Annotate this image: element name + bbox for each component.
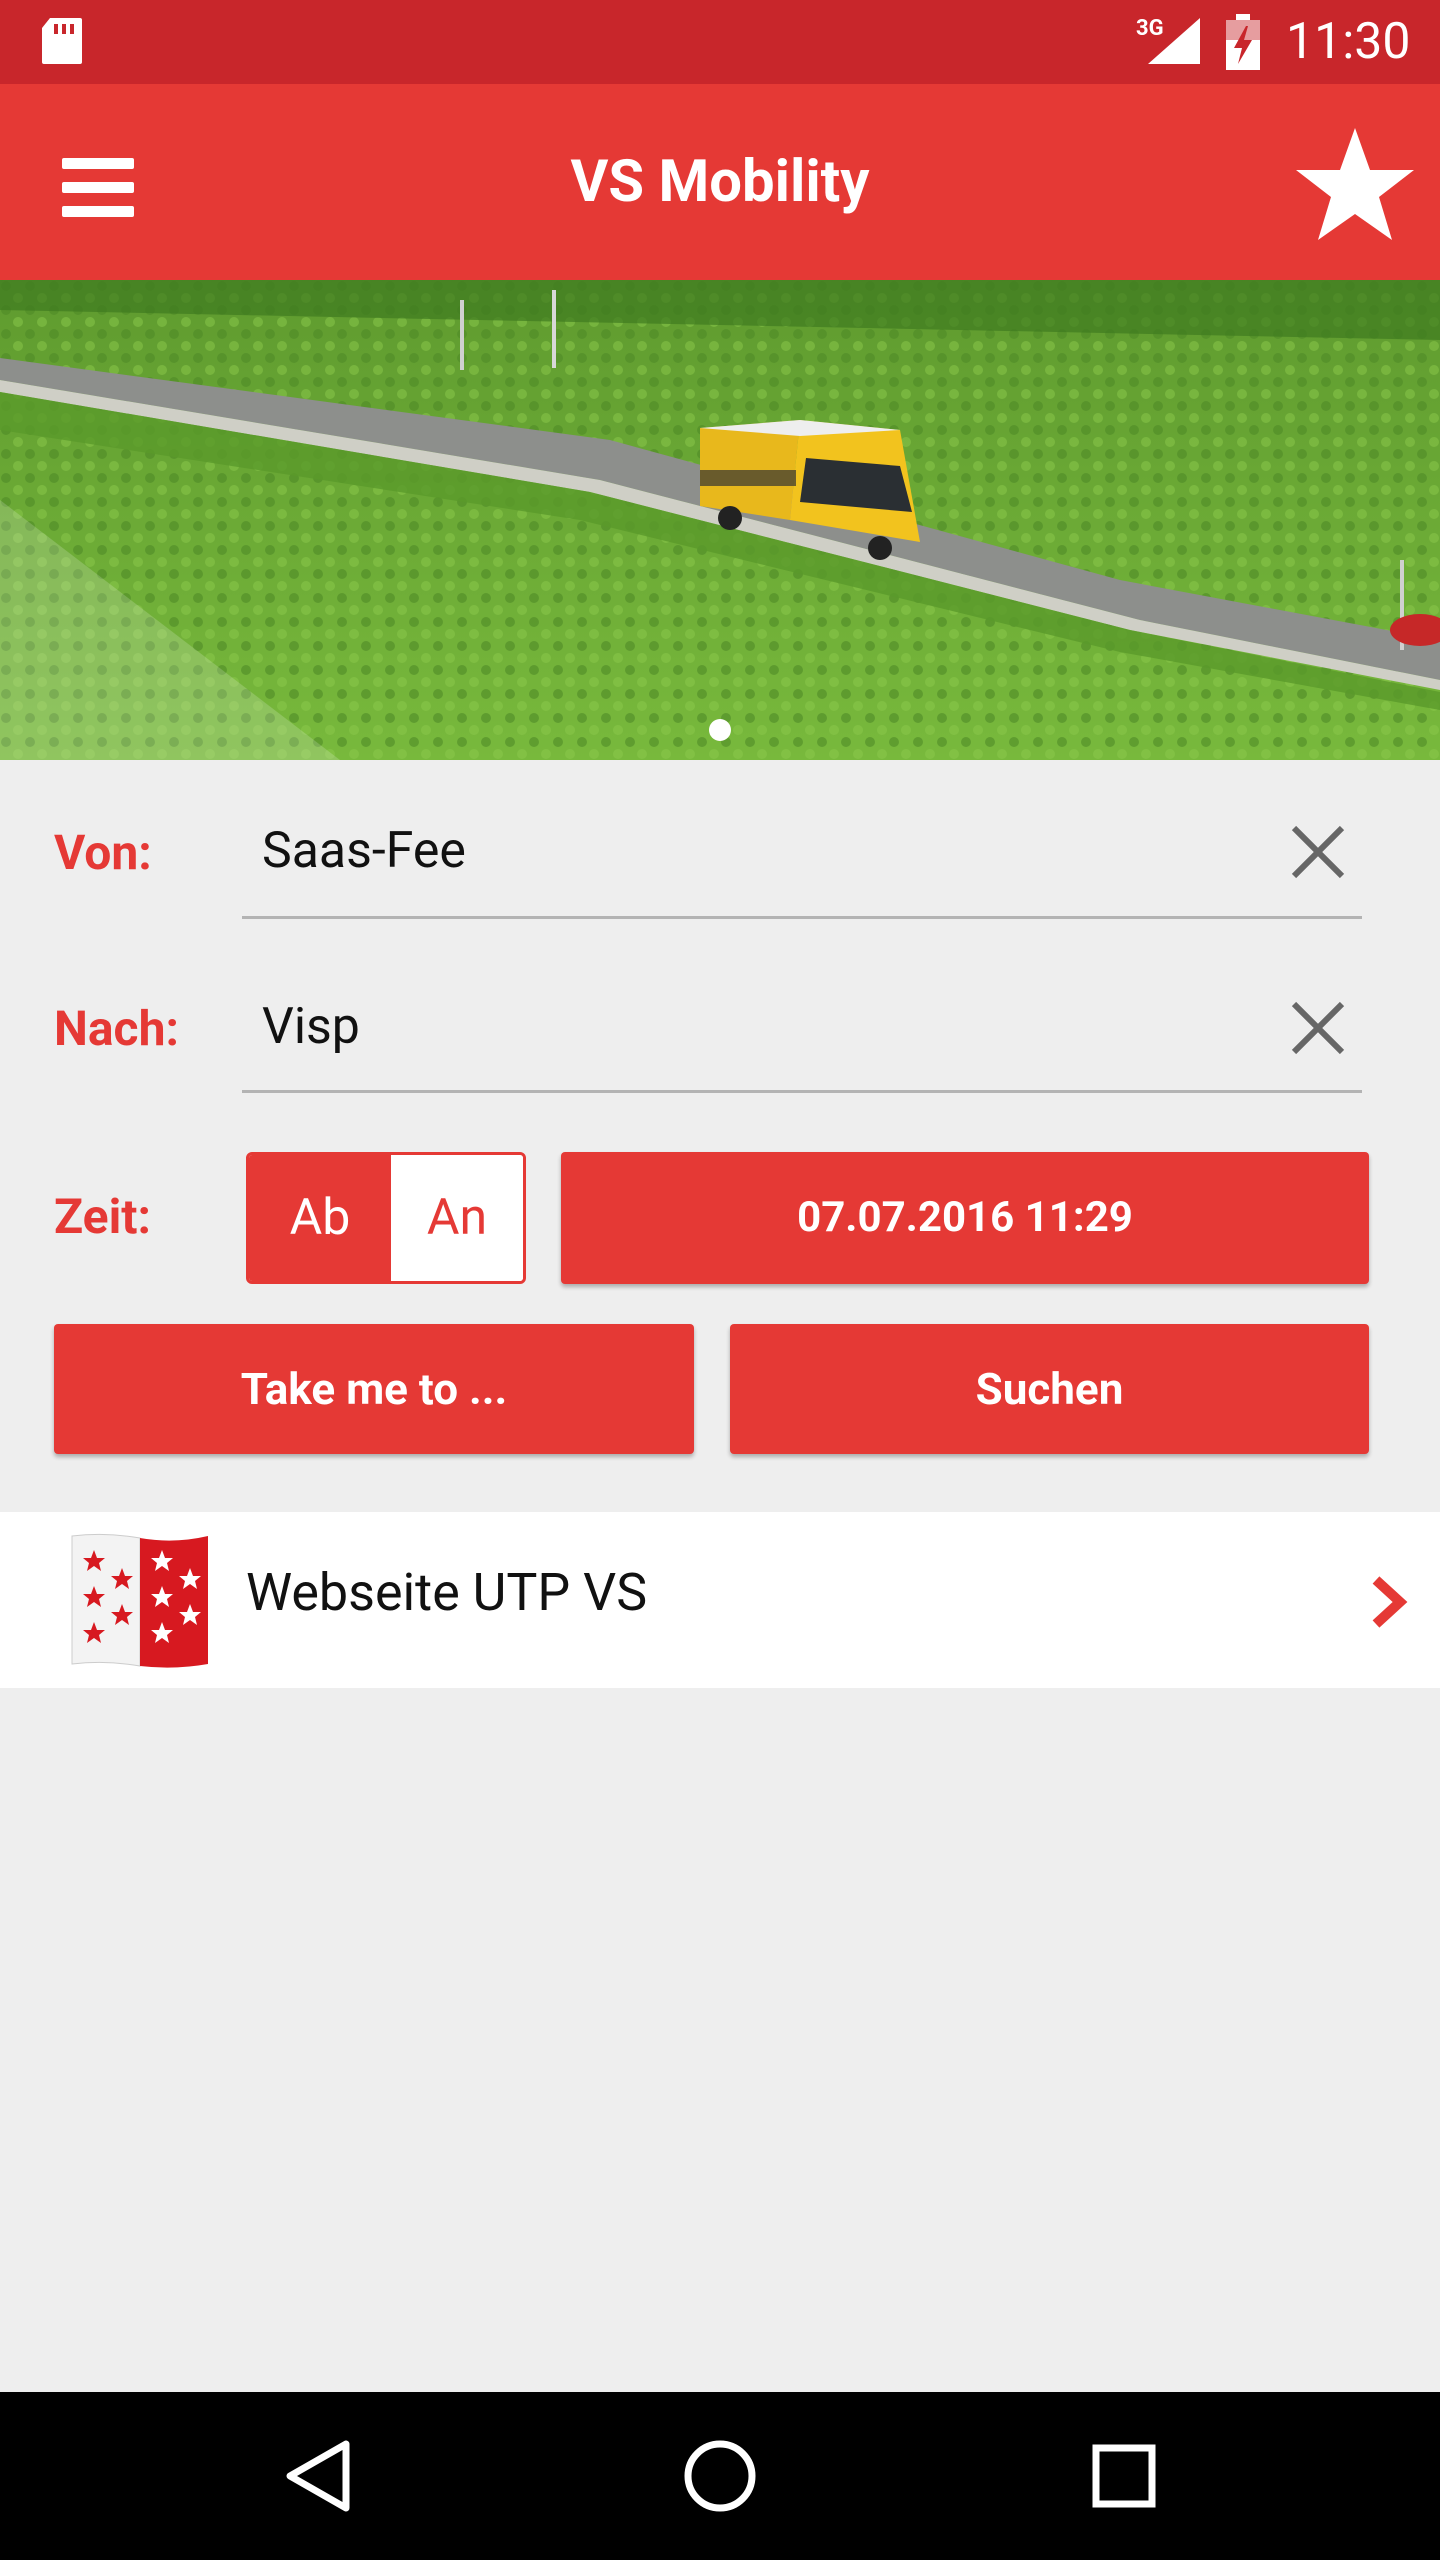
home-icon[interactable] [670,2426,770,2526]
to-input[interactable]: Visp [262,998,360,1056]
status-bar: 3G 11:30 [0,0,1440,84]
clock: 11:30 [1286,13,1411,71]
battery-charging-icon [1226,14,1260,70]
system-nav-bar [0,2392,1440,2560]
search-button[interactable]: Suchen [730,1324,1369,1454]
page-indicator-dot [709,719,731,741]
to-underline [242,1090,1362,1093]
time-label: Zeit: [54,1188,152,1245]
to-label: Nach: [54,1000,179,1057]
website-link-row[interactable]: Webseite UTP VS [0,1512,1440,1688]
app-bar: VS Mobility [0,84,1440,280]
sd-card-icon [42,18,82,64]
clear-from-icon[interactable] [1280,814,1356,890]
from-underline [242,916,1362,919]
hero-image [0,280,1440,760]
hamburger-menu-icon [62,158,134,169]
toggle-departure[interactable]: Ab [249,1155,391,1281]
chevron-right-icon [1372,1576,1408,1628]
from-label: Von: [54,824,152,881]
datetime-button[interactable]: 07.07.2016 11:29 [561,1152,1369,1284]
hamburger-line [62,206,134,217]
valais-flag-icon [71,1533,208,1668]
menu-button[interactable] [40,140,160,236]
hero-carousel[interactable] [0,280,1440,760]
page-title: VS Mobility [570,148,870,216]
clear-to-icon[interactable] [1280,990,1356,1066]
hamburger-line [62,182,134,193]
website-link-label: Webseite UTP VS [246,1562,648,1623]
from-input[interactable]: Saas-Fee [262,822,466,880]
back-icon[interactable] [266,2426,366,2526]
recents-icon[interactable] [1074,2426,1174,2526]
departure-arrival-toggle: Ab An [246,1152,526,1284]
toggle-arrival[interactable]: An [391,1155,523,1281]
signal-icon [1148,18,1200,64]
star-icon[interactable] [1290,120,1420,250]
take-me-to-button[interactable]: Take me to ... [54,1324,694,1454]
